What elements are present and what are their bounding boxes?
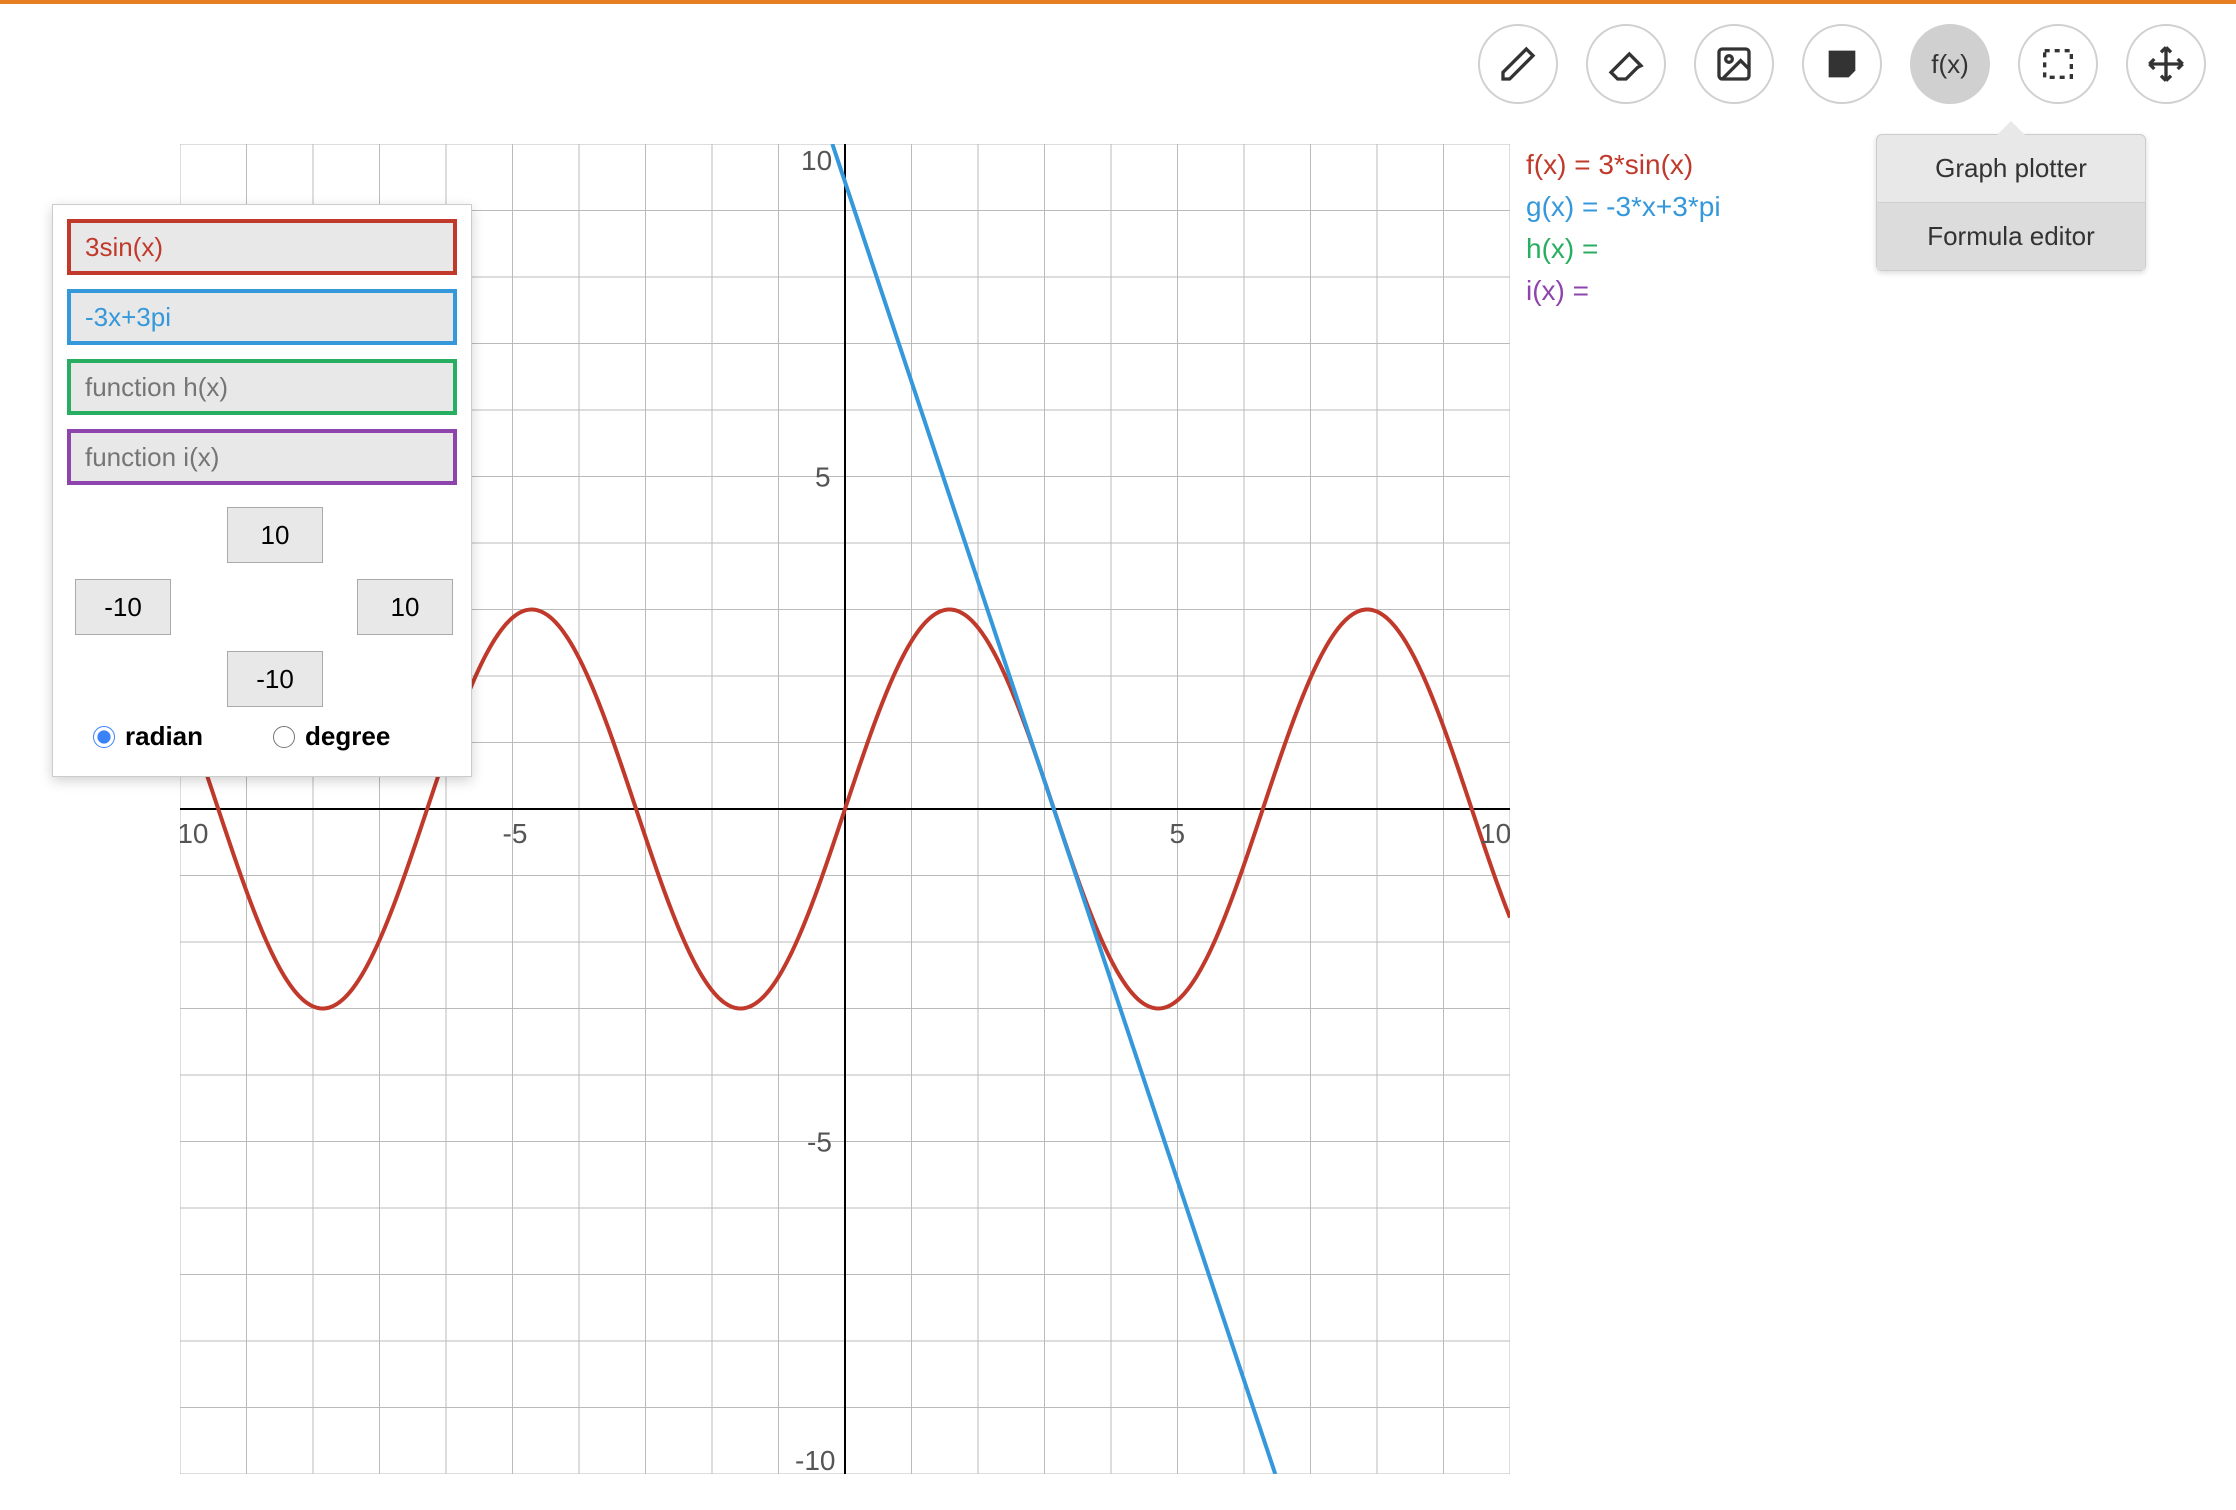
- function-g-input[interactable]: [67, 289, 457, 345]
- function-legend: f(x) = 3*sin(x) g(x) = -3*x+3*pi h(x) = …: [1526, 144, 1721, 312]
- fx-label: f(x): [1931, 49, 1969, 80]
- degree-radio[interactable]: [273, 726, 295, 748]
- angle-mode: radian degree: [67, 721, 457, 762]
- ymin-input[interactable]: [227, 651, 323, 707]
- svg-text:10: 10: [1480, 818, 1510, 849]
- select-icon: [2038, 44, 2078, 84]
- svg-text:-10: -10: [180, 818, 208, 849]
- image-icon: [1714, 44, 1754, 84]
- range-controls: [67, 507, 457, 697]
- svg-text:10: 10: [801, 145, 832, 176]
- legend-g: g(x) = -3*x+3*pi: [1526, 186, 1721, 228]
- pencil-icon: [1498, 44, 1538, 84]
- svg-text:5: 5: [1170, 818, 1186, 849]
- note-icon: [1822, 44, 1862, 84]
- toolbar: f(x): [1478, 24, 2206, 104]
- image-tool[interactable]: [1694, 24, 1774, 104]
- radian-option[interactable]: radian: [93, 721, 203, 752]
- select-tool[interactable]: [2018, 24, 2098, 104]
- note-tool[interactable]: [1802, 24, 1882, 104]
- xmin-input[interactable]: [75, 579, 171, 635]
- svg-text:-5: -5: [807, 1127, 832, 1158]
- xmax-input[interactable]: [357, 579, 453, 635]
- svg-text:-10: -10: [795, 1445, 835, 1474]
- legend-f: f(x) = 3*sin(x): [1526, 144, 1721, 186]
- control-panel: radian degree: [52, 204, 472, 777]
- function-f-input[interactable]: [67, 219, 457, 275]
- fx-tool[interactable]: f(x): [1910, 24, 1990, 104]
- pencil-tool[interactable]: [1478, 24, 1558, 104]
- move-tool[interactable]: [2126, 24, 2206, 104]
- function-i-input[interactable]: [67, 429, 457, 485]
- svg-text:-5: -5: [503, 818, 528, 849]
- fx-dropdown: Graph plotter Formula editor: [1876, 134, 2146, 271]
- legend-h: h(x) =: [1526, 228, 1721, 270]
- move-icon: [2146, 44, 2186, 84]
- formula-editor-option[interactable]: Formula editor: [1877, 203, 2145, 270]
- graph-plotter-option[interactable]: Graph plotter: [1877, 135, 2145, 203]
- eraser-icon: [1606, 44, 1646, 84]
- eraser-tool[interactable]: [1586, 24, 1666, 104]
- svg-text:5: 5: [815, 462, 831, 493]
- radian-radio[interactable]: [93, 726, 115, 748]
- legend-i: i(x) =: [1526, 270, 1721, 312]
- function-h-input[interactable]: [67, 359, 457, 415]
- ymax-input[interactable]: [227, 507, 323, 563]
- degree-option[interactable]: degree: [273, 721, 390, 752]
